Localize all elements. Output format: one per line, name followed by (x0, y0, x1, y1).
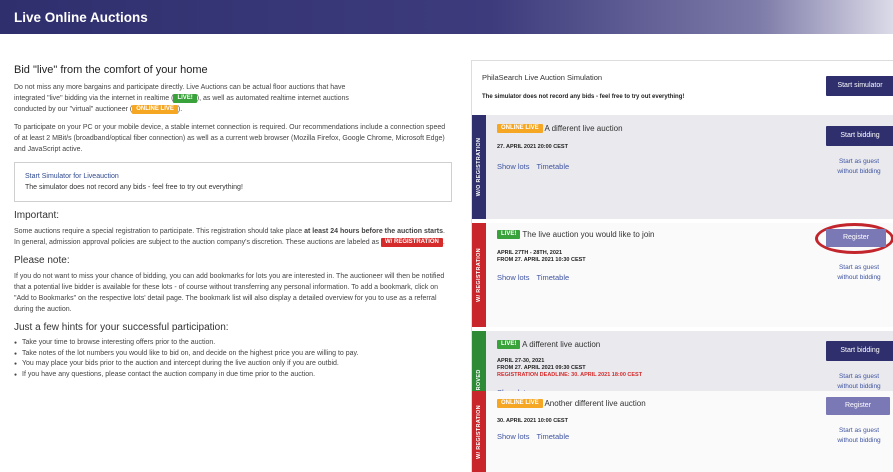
guest-line-2: without bidding (837, 168, 881, 175)
intro-paragraph: Do not miss any more bargains and partic… (14, 82, 452, 115)
registration-type: W/O REGISTRATION (476, 137, 482, 197)
intro-text-3: ), as well as automated realtime interne… (196, 95, 349, 102)
important-text-1: Some auctions require a special registra… (14, 228, 305, 235)
auction-date: APRIL 27TH - 28TH, 2021 FROM 27. APRIL 2… (497, 250, 586, 264)
live-badge: LIVE! (173, 93, 197, 103)
guest-line-1: Start as guest (838, 373, 880, 380)
intro-text-5: ). (177, 106, 183, 113)
important-text-3: . (442, 239, 445, 246)
page-header: Live Online Auctions (0, 0, 893, 34)
auction-title: A different live auction (544, 124, 623, 133)
simulation-title: PhilaSearch Live Auction Simulation (482, 73, 603, 82)
important-bold: at least 24 hours before the auction sta… (304, 228, 444, 235)
auction-title-row: LIVE! The live auction you would like to… (497, 230, 655, 240)
tab-label: W/ REGISTRATION (472, 223, 486, 327)
start-as-guest-link[interactable]: Start as guest without bidding (824, 263, 893, 283)
auction-title: The live auction you would like to join (522, 230, 655, 239)
start-as-guest-link[interactable]: Start as guest without bidding (824, 157, 893, 177)
live-badge: LIVE! (497, 230, 521, 240)
auction-title-row: ONLINE LIVE A different live auction (497, 124, 623, 134)
note-heading: Please note: (14, 255, 70, 266)
auction-links: Show lots Timetable (497, 273, 576, 282)
auction-title: A different live auction (522, 340, 601, 349)
simulation-subtitle: The simulator does not record any bids -… (482, 94, 685, 100)
auction-card-1: W/O REGISTRATION ONLINE LIVE A different… (472, 115, 893, 219)
online-live-badge: ONLINE LIVE (497, 124, 543, 134)
start-as-guest-link[interactable]: Start as guest without bidding (824, 426, 893, 446)
auction-date: APRIL 27-30, 2021 FROM 27. APRIL 2021 09… (497, 358, 642, 379)
guest-line-1: Start as guest (838, 427, 880, 434)
hints-heading: Just a few hints for your successful par… (14, 322, 229, 333)
guest-line-1: Start as guest (838, 158, 880, 165)
auction-date: 27. APRIL 2021 20:00 CEST (497, 144, 568, 150)
guest-line-1: Start as guest (838, 264, 880, 271)
guest-line-2: without bidding (837, 274, 881, 281)
start-bidding-button[interactable]: Start bidding (826, 126, 893, 146)
auction-title: Another different live auction (544, 399, 646, 408)
registration-deadline: REGISTRATION DEADLINE: 30. APRIL 2021 18… (497, 372, 643, 378)
guest-line-2: without bidding (837, 437, 881, 444)
auction-panel: PhilaSearch Live Auction Simulation The … (471, 60, 893, 472)
show-lots-link[interactable]: Show lots (497, 162, 530, 171)
important-heading: Important: (14, 210, 60, 221)
info-column: Bid "live" from the comfort of your home… (14, 64, 452, 380)
online-live-badge: ONLINE LIVE (497, 399, 543, 409)
simulation-header: PhilaSearch Live Auction Simulation The … (472, 61, 893, 113)
live-badge: LIVE! (497, 340, 521, 350)
note-paragraph: If you do not want to miss your chance o… (14, 273, 445, 313)
hints-list: Take your time to browse interesting off… (14, 338, 452, 380)
intro-heading: Bid "live" from the comfort of your home (14, 64, 208, 76)
timetable-link[interactable]: Timetable (537, 162, 570, 171)
list-item: Take notes of the lot numbers you would … (14, 349, 452, 360)
show-lots-link[interactable]: Show lots (497, 432, 530, 441)
start-as-guest-link[interactable]: Start as guest without bidding (824, 372, 893, 392)
auction-links: Show lots Timetable (497, 432, 576, 441)
registration-badge: W/ REGISTRATION (380, 237, 443, 247)
page-title: Live Online Auctions (14, 9, 148, 25)
intro-text-4: conducted by our "virtual" auctioneer ( (14, 106, 133, 113)
list-item: You may place your bids prior to the auc… (14, 359, 452, 370)
auction-links: Show lots Timetable (497, 162, 576, 171)
auction-card-2: W/ REGISTRATION LIVE! The live auction y… (472, 223, 893, 327)
timetable-link[interactable]: Timetable (537, 273, 570, 282)
simulator-box: Start Simulator for Liveauction The simu… (14, 162, 452, 202)
show-lots-link[interactable]: Show lots (497, 273, 530, 282)
registration-type: W/ REGISTRATION (476, 248, 482, 302)
important-paragraph: Some auctions require a special registra… (14, 226, 452, 248)
online-live-badge: ONLINE LIVE (132, 104, 178, 114)
intro-text-2: integrated "live" bidding via the intern… (14, 95, 174, 102)
auction-date: 30. APRIL 2021 10:00 CEST (497, 418, 568, 424)
list-item: Take your time to browse interesting off… (14, 338, 452, 349)
simulator-note: The simulator does not record any bids -… (25, 184, 243, 191)
list-item: If you have any questions, please contac… (14, 370, 452, 381)
tab-label: W/O REGISTRATION (472, 115, 486, 219)
timetable-link[interactable]: Timetable (537, 432, 570, 441)
tab-label: W/ REGISTRATION (472, 391, 486, 472)
auction-title-row: ONLINE LIVE Another different live aucti… (497, 399, 646, 409)
intro-text-1: Do not miss any more bargains and partic… (14, 84, 346, 91)
register-button[interactable]: Register (826, 229, 886, 247)
auction-title-row: LIVE! A different live auction (497, 340, 601, 350)
auction-date-range: APRIL 27TH - 28TH, 2021 (497, 250, 563, 256)
register-button[interactable]: Register (826, 397, 890, 415)
auction-start-time: FROM 27. APRIL 2021 09:30 CEST (497, 365, 586, 371)
auction-start-time: FROM 27. APRIL 2021 10:30 CEST (497, 257, 586, 263)
auction-card-4: W/ REGISTRATION ONLINE LIVE Another diff… (472, 391, 893, 472)
start-simulator-button[interactable]: Start simulator (826, 76, 893, 96)
requirements-paragraph: To participate on your PC or your mobile… (14, 124, 446, 153)
auction-date-range: APRIL 27-30, 2021 (497, 358, 545, 364)
start-bidding-button[interactable]: Start bidding (826, 341, 893, 361)
registration-type: W/ REGISTRATION (476, 405, 482, 459)
start-simulator-link[interactable]: Start Simulator for Liveauction (25, 171, 441, 182)
